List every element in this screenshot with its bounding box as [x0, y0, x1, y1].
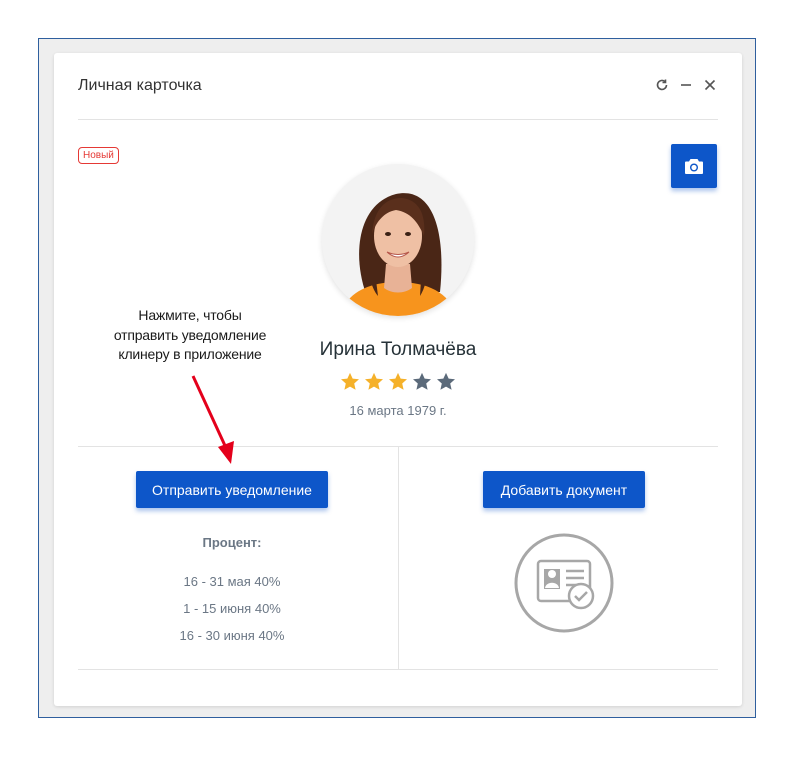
refresh-icon[interactable]: [654, 77, 670, 93]
hint-text: Нажмите, чтобы отправить уведомление кли…: [100, 306, 280, 365]
hint-line: отправить уведомление: [113, 326, 267, 343]
percent-item: 16 - 30 июня 40%: [179, 628, 285, 643]
star-empty-icon: [437, 372, 455, 390]
send-notification-button[interactable]: Отправить уведомление: [136, 471, 328, 508]
star-empty-icon: [413, 372, 431, 390]
window-controls: [654, 77, 718, 93]
hint-line: Нажмите, чтобы: [138, 307, 242, 323]
header-divider: [78, 119, 718, 120]
rating-stars: [339, 371, 457, 393]
camera-icon: [685, 159, 703, 174]
percent-label: Процент:: [202, 535, 262, 550]
card-title: Личная карточка: [78, 77, 202, 94]
avatar: [322, 164, 474, 316]
close-icon[interactable]: [702, 77, 718, 93]
hint-line: клинеру в приложение: [118, 346, 262, 362]
id-card-check-icon: [514, 533, 614, 633]
star-filled-icon: [365, 372, 383, 390]
percent-list: 16 - 31 мая 40% 1 - 15 июня 40% 16 - 30 …: [136, 568, 328, 649]
percent-item: 1 - 15 июня 40%: [183, 601, 281, 616]
column-divider: [398, 446, 399, 670]
status-badge: Новый: [78, 147, 119, 164]
footer-divider: [78, 669, 718, 670]
minimize-icon[interactable]: [678, 77, 694, 93]
star-filled-icon: [341, 372, 359, 390]
birthdate: 16 марта 1979 г.: [349, 403, 447, 418]
camera-button[interactable]: [671, 144, 717, 188]
star-filled-icon: [389, 372, 407, 390]
percent-item: 16 - 31 мая 40%: [183, 574, 281, 589]
person-name: Ирина Толмачёва: [319, 339, 477, 360]
personal-card: Личная карточка Новый Нажмите, чтобы отп…: [54, 53, 742, 706]
add-document-button[interactable]: Добавить документ: [483, 471, 645, 508]
